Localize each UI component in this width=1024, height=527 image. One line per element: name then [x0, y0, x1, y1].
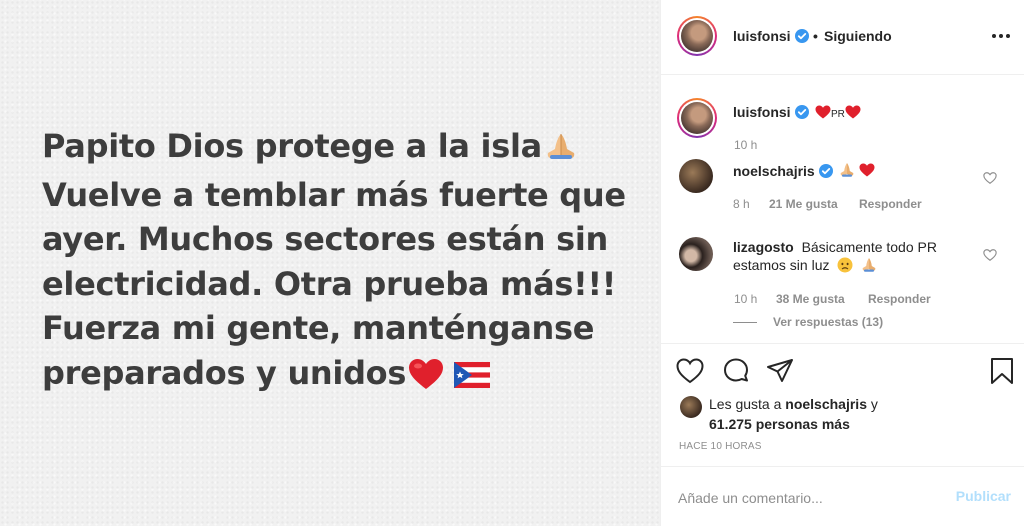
more-options-icon[interactable]	[991, 26, 1011, 46]
bookmark-icon[interactable]	[987, 356, 1017, 386]
post-line-2: Vuelve a temblar más fuerte que	[42, 175, 626, 214]
post-line-5: Fuerza mi gente, manténganse	[42, 309, 595, 348]
praying-hands-icon	[839, 163, 855, 179]
reply-button[interactable]: Responder	[868, 292, 931, 306]
reply-button[interactable]: Responder	[859, 197, 922, 211]
praying-hands-icon	[857, 257, 877, 273]
add-comment-bar: Publicar	[661, 466, 1024, 527]
commenter-avatar[interactable]	[679, 159, 713, 193]
puerto-rico-flag-icon	[454, 355, 491, 400]
post-header: luisfonsi • Siguiendo	[661, 0, 1024, 75]
header-separator: •	[813, 28, 818, 44]
comment-time: 10 h	[734, 292, 758, 306]
post-line-4: electricidad. Otra prueba más!!!	[42, 264, 617, 303]
comment-likes[interactable]: 38 Me gusta	[776, 292, 845, 306]
like-comment-icon[interactable]	[983, 248, 997, 262]
likes-count-button[interactable]: 61.275 personas más	[709, 416, 850, 432]
comment-input[interactable]	[678, 487, 938, 509]
post-line-3: ayer. Muchos sectores están sin	[42, 220, 608, 259]
comment-icon[interactable]	[721, 356, 751, 386]
red-heart-icon	[408, 357, 444, 402]
post-image[interactable]: Papito Dios protege a la isla Vuelve a t…	[0, 0, 660, 526]
verified-badge-icon	[794, 105, 809, 122]
caption-avatar[interactable]	[677, 98, 717, 138]
comment-username[interactable]: noelschajris	[733, 163, 833, 181]
comment-likes[interactable]: 21 Me gusta	[769, 197, 838, 211]
caption-text: PR	[815, 103, 861, 124]
likes-summary: Les gusta a noelschajris y 61.275 person…	[709, 396, 878, 432]
comment-time: 8 h	[733, 197, 750, 211]
comment-text: lizagosto Básicamente todo PR estamos si…	[733, 239, 937, 273]
avatar[interactable]	[677, 16, 717, 56]
post-time-ago: HACE 10 HORAS	[679, 441, 762, 452]
praying-hands-icon	[544, 128, 578, 173]
heart-emoji-icon	[859, 163, 875, 179]
heart-icon[interactable]	[675, 356, 705, 386]
verified-badge-icon	[794, 29, 809, 46]
like-comment-icon[interactable]	[983, 171, 997, 185]
view-replies-button[interactable]: Ver respuestas (13)	[733, 315, 883, 329]
heart-emoji-icon	[845, 104, 861, 120]
caption-username[interactable]: luisfonsi	[733, 104, 809, 122]
post-line-6: preparados y unidos	[42, 351, 642, 402]
comment-username[interactable]: lizagosto	[733, 239, 794, 255]
header-username[interactable]: luisfonsi	[733, 28, 809, 46]
publish-button[interactable]: Publicar	[956, 488, 1011, 504]
liker-avatar[interactable]	[680, 396, 702, 418]
liker-username[interactable]: noelschajris	[785, 396, 867, 412]
following-button[interactable]: Siguiendo	[824, 28, 892, 44]
share-icon[interactable]	[765, 356, 795, 386]
disappointed-face-icon	[833, 257, 853, 273]
heart-emoji-icon	[815, 104, 831, 120]
commenter-avatar[interactable]	[679, 237, 713, 271]
post-panel: luisfonsi • Siguiendo luisfonsi PR 10 h …	[660, 0, 1024, 526]
action-bar	[661, 343, 1024, 400]
caption-time: 10 h	[734, 138, 758, 152]
post-text: Papito Dios protege a la isla Vuelve a t…	[42, 124, 642, 402]
post-line-1: Papito Dios protege a la isla	[42, 124, 642, 173]
verified-badge-icon	[818, 164, 833, 181]
comment-text	[839, 162, 875, 180]
caption-pr-text: PR	[831, 109, 845, 120]
